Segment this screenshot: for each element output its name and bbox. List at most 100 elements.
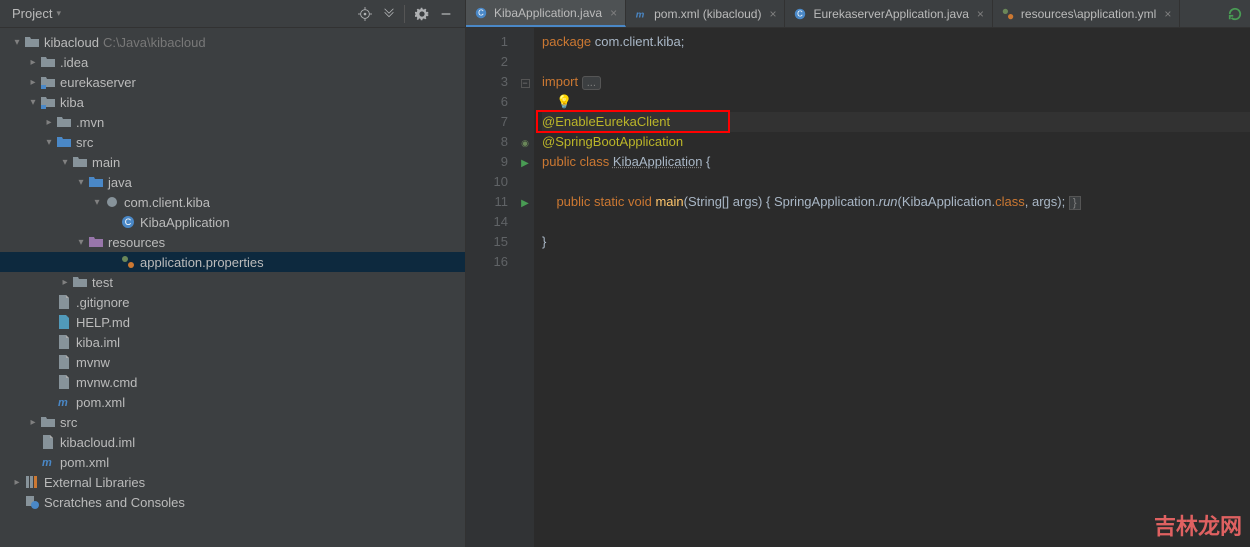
panel-title[interactable]: Project ▾ — [8, 6, 61, 21]
project-panel: Project ▾ kibacloudC:\Java\kibacloud .ide… — [0, 0, 466, 547]
tree-item-test[interactable]: test — [0, 272, 465, 292]
tree-item--mvn[interactable]: .mvn — [0, 112, 465, 132]
tree-item--idea[interactable]: .idea — [0, 52, 465, 72]
folder-icon — [40, 414, 56, 430]
close-icon[interactable]: × — [610, 6, 617, 20]
code-content[interactable]: package com.client.kiba; import ... 💡 @E… — [534, 28, 1250, 547]
fold-end[interactable]: } — [1069, 196, 1081, 210]
tree-item-kiba-iml[interactable]: kiba.iml — [0, 332, 465, 352]
tree-arrow[interactable] — [44, 117, 54, 128]
tree-item-kibaapplication[interactable]: CKibaApplication — [0, 212, 465, 232]
line-number: 3 — [466, 72, 508, 92]
kw-class: class — [995, 194, 1025, 209]
run-icon[interactable]: ▶ — [521, 158, 529, 169]
line-number: 14 — [466, 212, 508, 232]
tree-label: com.client.kiba — [124, 195, 210, 210]
tree-arrow[interactable] — [60, 157, 70, 168]
locate-icon[interactable] — [354, 3, 376, 25]
tree-item-mvnw-cmd[interactable]: mvnw.cmd — [0, 372, 465, 392]
tab-resources-application-yml[interactable]: resources\application.yml × — [993, 0, 1180, 27]
tree-item-kiba[interactable]: kiba — [0, 92, 465, 112]
tab-pom-xml--kibacloud-[interactable]: mpom.xml (kibacloud)× — [626, 0, 785, 27]
run-end: , args); — [1025, 194, 1069, 209]
tree-item-scratches-and-consoles[interactable]: Scratches and Consoles — [0, 492, 465, 512]
tree-arrow[interactable] — [60, 277, 70, 288]
line-number: 1 — [466, 32, 508, 52]
tree-item-help-md[interactable]: HELP.md — [0, 312, 465, 332]
tab-label: resources\application.yml — [1021, 7, 1156, 21]
editor-tabs: CKibaApplication.java×mpom.xml (kibaclou… — [466, 0, 1250, 28]
tree-arrow[interactable] — [28, 417, 38, 428]
tree-item-com-client-kiba[interactable]: com.client.kiba — [0, 192, 465, 212]
tree-arrow[interactable] — [28, 77, 38, 88]
folder-root-icon — [24, 34, 40, 50]
settings-icon[interactable] — [411, 3, 433, 25]
tree-label: .mvn — [76, 115, 104, 130]
svg-text:C: C — [125, 217, 132, 227]
folder-icon — [72, 274, 88, 290]
import-fold[interactable]: ... — [582, 76, 601, 90]
close-icon[interactable]: × — [977, 7, 984, 21]
tree-arrow[interactable] — [12, 477, 22, 488]
close-icon[interactable]: × — [769, 7, 776, 21]
tree-label: pom.xml — [76, 395, 125, 410]
tree-item-external-libraries[interactable]: External Libraries — [0, 472, 465, 492]
springapp: SpringApplication. — [774, 194, 879, 209]
file-icon — [56, 374, 72, 390]
tree-arrow[interactable] — [12, 37, 22, 48]
svg-text:m: m — [636, 9, 645, 20]
tree-item-mvnw[interactable]: mvnw — [0, 352, 465, 372]
svg-text:m: m — [42, 457, 52, 469]
override-icon[interactable]: ◉ — [521, 138, 529, 148]
tree-item-src[interactable]: src — [0, 412, 465, 432]
run-method: run — [879, 194, 898, 209]
tree-item-application-properties[interactable]: application.properties — [0, 252, 465, 272]
tree-arrow[interactable] — [28, 97, 38, 108]
tab-eurekaserverapplication-java[interactable]: CEurekaserverApplication.java× — [785, 0, 992, 27]
tree-arrow[interactable] — [76, 177, 86, 188]
fold-icon[interactable]: − — [521, 79, 530, 88]
tree-label: .gitignore — [76, 295, 129, 310]
tree-item-pom-xml[interactable]: mpom.xml — [0, 452, 465, 472]
run-icon[interactable]: ▶ — [521, 198, 529, 209]
close-brace: } — [542, 234, 546, 249]
tree-item-resources[interactable]: resources — [0, 232, 465, 252]
tree-item-kibacloud[interactable]: kibacloudC:\Java\kibacloud — [0, 32, 465, 52]
tree-label: External Libraries — [44, 475, 145, 490]
line-number: 10 — [466, 172, 508, 192]
project-tree[interactable]: kibacloudC:\Java\kibacloud .idea eurekaser… — [0, 28, 465, 547]
bulb-icon[interactable]: 💡 — [556, 94, 572, 109]
svg-text:m: m — [58, 397, 68, 409]
tree-item--gitignore[interactable]: .gitignore — [0, 292, 465, 312]
tree-arrow[interactable] — [44, 137, 54, 148]
tree-arrow[interactable] — [28, 57, 38, 68]
tab-label: EurekaserverApplication.java — [813, 7, 968, 21]
tree-item-main[interactable]: main — [0, 152, 465, 172]
tree-item-src[interactable]: src — [0, 132, 465, 152]
yml-icon — [120, 254, 136, 270]
close-icon[interactable]: × — [1164, 7, 1171, 21]
tree-item-pom-xml[interactable]: m pom.xml — [0, 392, 465, 412]
hide-icon[interactable] — [435, 3, 457, 25]
tree-label: src — [76, 135, 93, 150]
folder-icon — [40, 54, 56, 70]
line-number: 11 — [466, 192, 508, 212]
line-number: 9 — [466, 152, 508, 172]
open-brace: { — [702, 154, 710, 169]
tree-arrow[interactable] — [92, 197, 102, 208]
dropdown-icon: ▾ — [56, 8, 61, 19]
expand-icon[interactable] — [378, 3, 400, 25]
tree-item-eurekaserver[interactable]: eurekaserver — [0, 72, 465, 92]
tree-item-kibacloud-iml[interactable]: kibacloud.iml — [0, 432, 465, 452]
line-number: 2 — [466, 52, 508, 72]
tree-label: .idea — [60, 55, 88, 70]
tab-kibaapplication-java[interactable]: CKibaApplication.java× — [466, 0, 626, 27]
tree-label: kiba — [60, 95, 84, 110]
editor-area[interactable]: 12367891011141516 −◉▶▶ package com.clien… — [466, 28, 1250, 547]
tree-item-java[interactable]: java — [0, 172, 465, 192]
refresh-button[interactable] — [1220, 0, 1250, 27]
gutter-marks: − ◉ ▶ ▶ — [516, 28, 534, 547]
tree-arrow[interactable] — [76, 237, 86, 248]
line-number: 8 — [466, 132, 508, 152]
package-name: com.client.kiba; — [595, 34, 685, 49]
